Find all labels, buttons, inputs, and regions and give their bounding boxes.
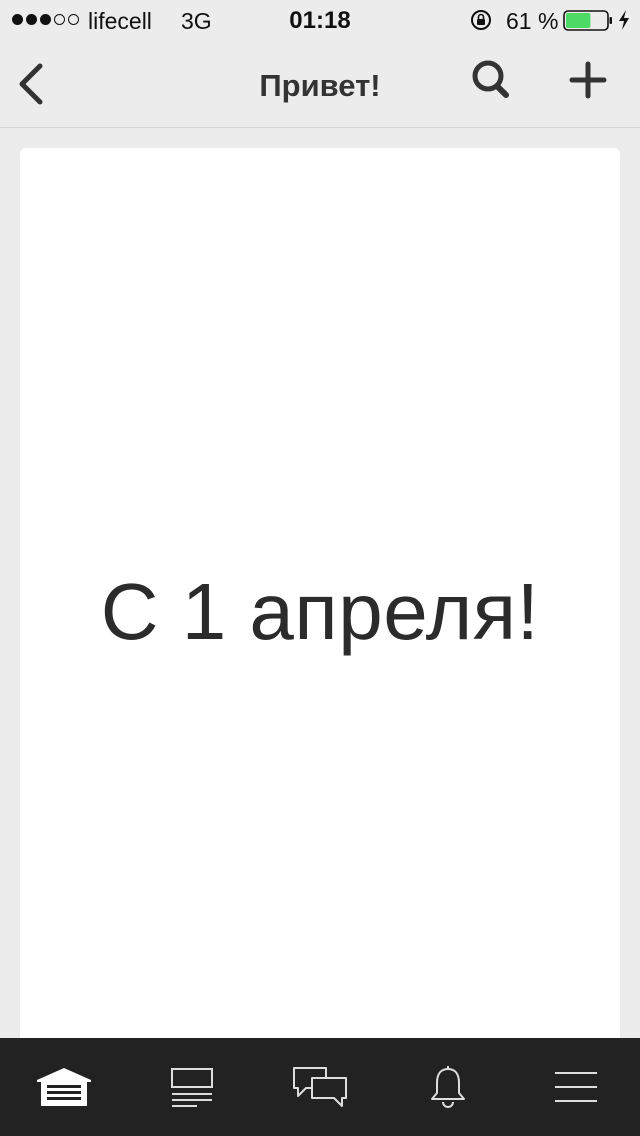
tab-feed[interactable] [128, 1038, 256, 1136]
card-text: С 1 апреля! [100, 567, 540, 656]
tab-bar [0, 1038, 640, 1136]
plus-icon[interactable] [564, 56, 612, 104]
feed-icon [171, 1068, 213, 1107]
screen: lifecell 3G 01:18 61 % Привет! С 1 апрел… [0, 0, 640, 1136]
tab-notifications[interactable] [384, 1038, 512, 1136]
garage-icon [37, 1068, 91, 1106]
bell-icon [431, 1066, 465, 1108]
tab-messages[interactable] [256, 1038, 384, 1136]
messages-icon [293, 1067, 347, 1107]
post-card[interactable]: С 1 апреля! [20, 148, 620, 1048]
tab-garage[interactable] [0, 1038, 128, 1136]
page-title: Привет! [259, 68, 381, 103]
status-bar: lifecell 3G 01:18 61 % [0, 0, 640, 40]
tab-menu[interactable] [512, 1038, 640, 1136]
charging-bolt-icon [619, 10, 629, 30]
menu-icon [555, 1072, 597, 1102]
search-icon[interactable] [466, 56, 514, 104]
battery-percent: 61 % [506, 8, 559, 34]
battery-icon [563, 10, 612, 31]
nav-bar: Привет! [0, 40, 640, 128]
rotation-lock-icon [471, 10, 491, 30]
